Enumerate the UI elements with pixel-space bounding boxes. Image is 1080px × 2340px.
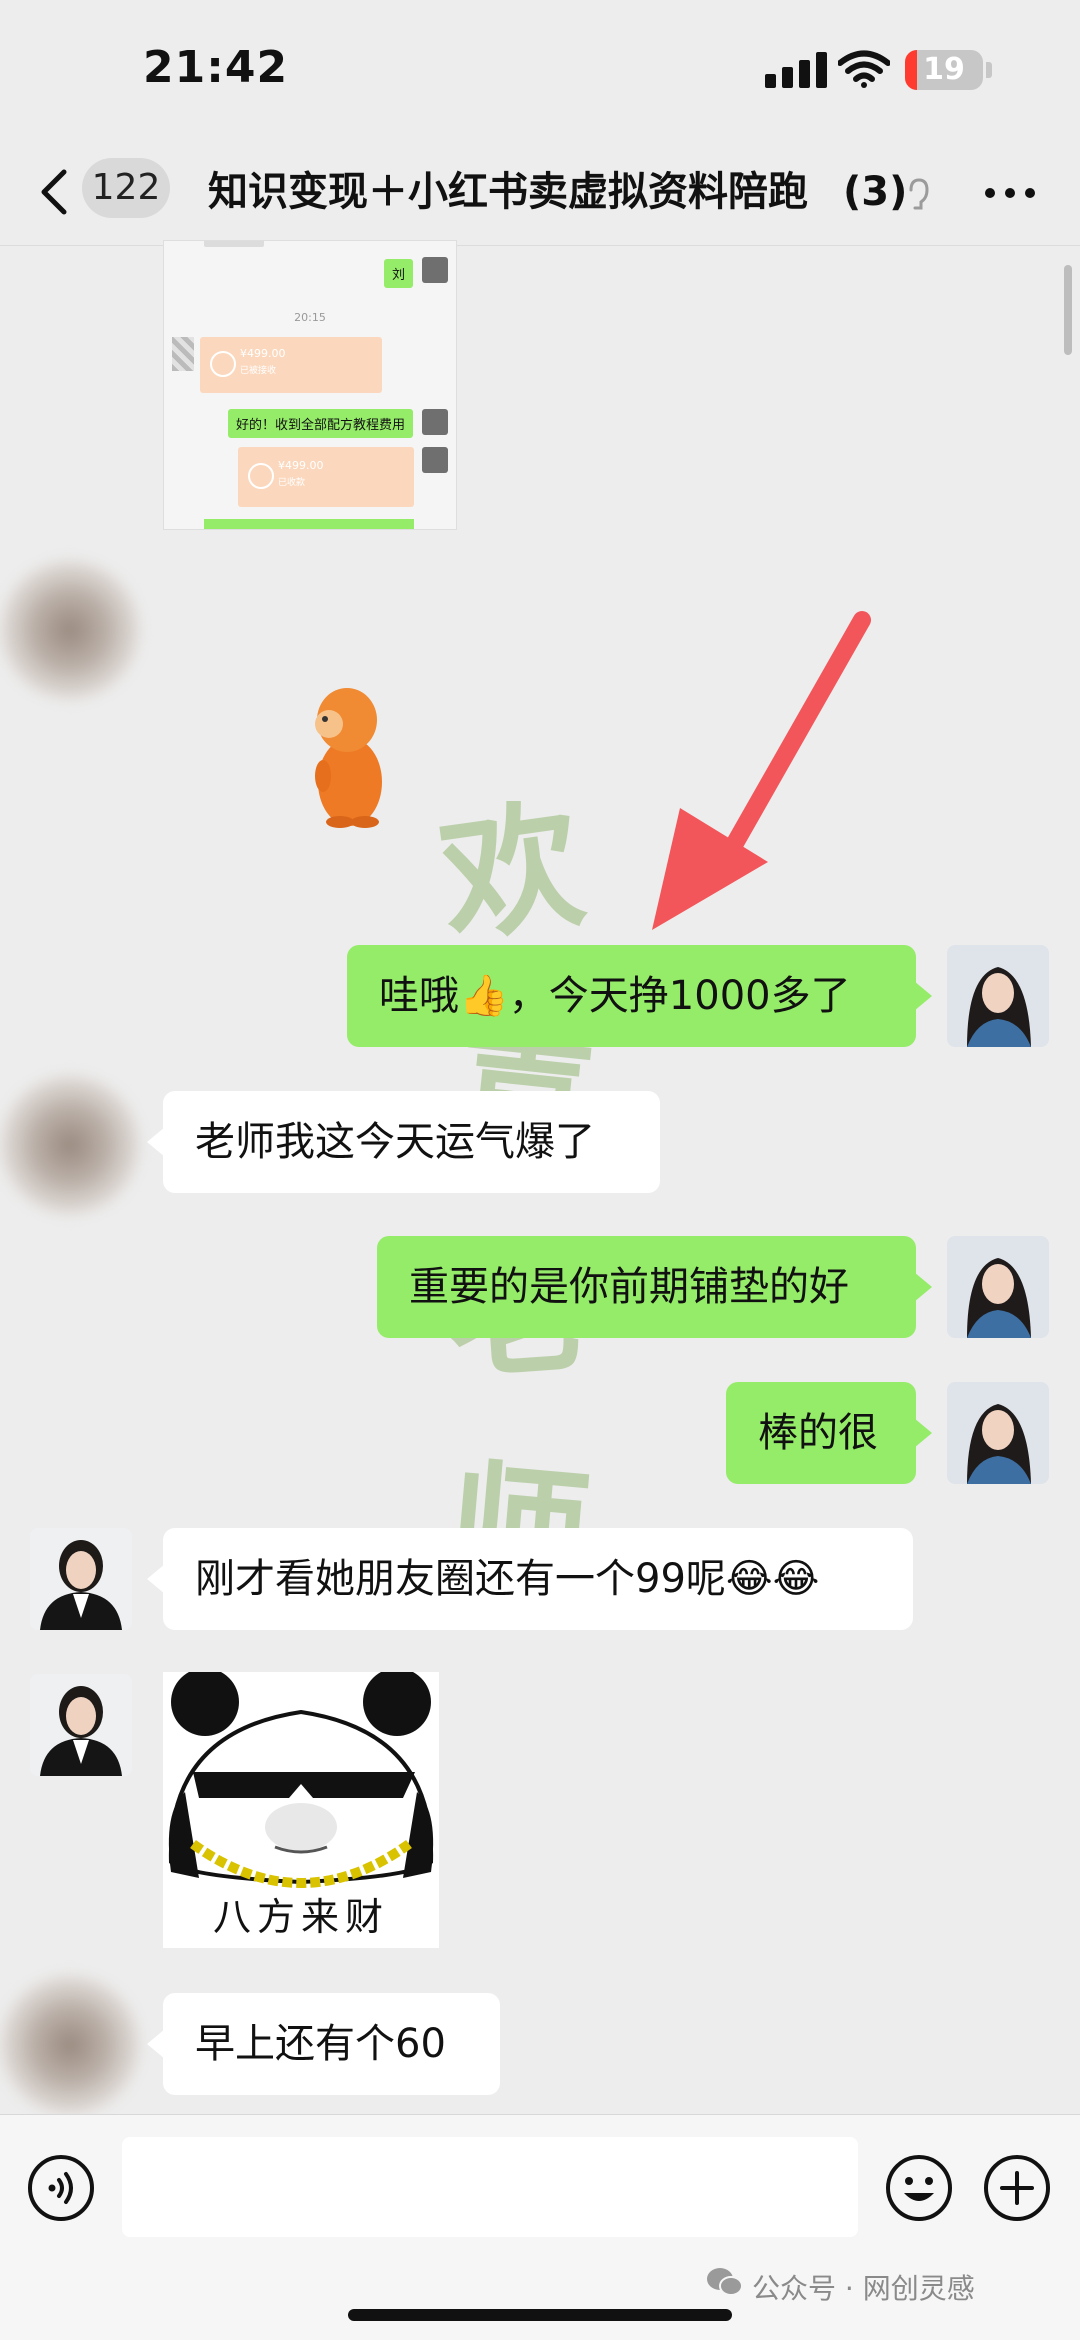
blurred-avatar[interactable] xyxy=(0,1975,140,2115)
red-arrow-annotation xyxy=(652,611,871,930)
watermark-char-1: 欢 xyxy=(430,781,593,964)
cellular-signal-icon xyxy=(765,52,827,88)
teacher-avatar[interactable] xyxy=(947,1236,1049,1338)
screenshot-reply: 好的！收到全部配方教程费用 xyxy=(228,409,414,438)
forwarded-screenshot-image[interactable]: 刘 20:15 ¥499.00 已被接收 好的！收到全部配方教程费用 ¥499.… xyxy=(163,240,457,530)
message-input[interactable] xyxy=(122,2137,858,2237)
chat-header: 122 知识变现＋小红书卖虚拟资料陪跑 (3) xyxy=(0,140,1080,246)
blurred-avatar[interactable] xyxy=(0,560,140,700)
blurred-avatar[interactable] xyxy=(0,1075,140,1215)
message-bubble-sent[interactable]: 棒的很 xyxy=(726,1382,932,1484)
member-avatar[interactable] xyxy=(30,1674,132,1776)
sticker-caption: 八方来财 xyxy=(212,1895,389,1939)
add-attachment-icon[interactable] xyxy=(982,2153,1052,2223)
wechat-logo-icon xyxy=(707,2268,743,2296)
mute-icon xyxy=(909,178,929,210)
message-bubble-received[interactable]: 早上还有个60 xyxy=(147,1993,500,2095)
scrollbar[interactable] xyxy=(1064,265,1072,355)
voice-input-icon[interactable] xyxy=(26,2153,96,2223)
message-bubble-received[interactable]: 老师我这今天运气爆了 xyxy=(147,1091,660,1193)
message-bubble-sent[interactable]: 哇哦👍，今天挣1000多了 xyxy=(347,945,932,1047)
battery-icon: 19 xyxy=(905,50,983,90)
monkey-sticker[interactable] xyxy=(295,672,395,832)
status-time: 21:42 xyxy=(143,42,289,93)
teacher-avatar[interactable] xyxy=(947,1382,1049,1484)
screenshot-sender: 刘 xyxy=(384,259,414,288)
chat-title: 知识变现＋小红书卖虚拟资料陪跑 xyxy=(208,169,808,215)
member-avatar[interactable] xyxy=(30,1528,132,1630)
back-arrow-icon[interactable] xyxy=(30,162,80,222)
screenshot-time: 20:15 xyxy=(294,311,326,324)
screenshot-transfer-1-amount: ¥499.00 xyxy=(240,347,286,360)
screenshot-transfer-2-amount: ¥499.00 xyxy=(278,459,324,472)
panda-meme-sticker[interactable]: 八方来财 xyxy=(163,1668,439,1948)
more-options-icon[interactable] xyxy=(975,178,1045,208)
message-bubble-received[interactable]: 刚才看她朋友圈还有一个99呢😂😂 xyxy=(147,1528,913,1630)
battery-level: 19 xyxy=(923,52,965,87)
teacher-avatar[interactable] xyxy=(947,945,1049,1047)
member-count: (3) xyxy=(843,169,908,215)
home-indicator[interactable] xyxy=(348,2309,732,2321)
screenshot-transfer-2-note: 已收款 xyxy=(278,478,306,488)
message-bubble-sent[interactable]: 重要的是你前期铺垫的好 xyxy=(377,1236,932,1338)
source-watermark: 公众号 · 网创灵感 xyxy=(752,2272,975,2305)
wifi-icon xyxy=(838,50,890,88)
screenshot-transfer-1-note: 已被接收 xyxy=(240,366,277,376)
unread-count-badge[interactable]: 122 xyxy=(82,158,170,218)
status-bar: 21:42 19 xyxy=(0,0,1080,140)
emoji-icon[interactable] xyxy=(884,2153,954,2223)
